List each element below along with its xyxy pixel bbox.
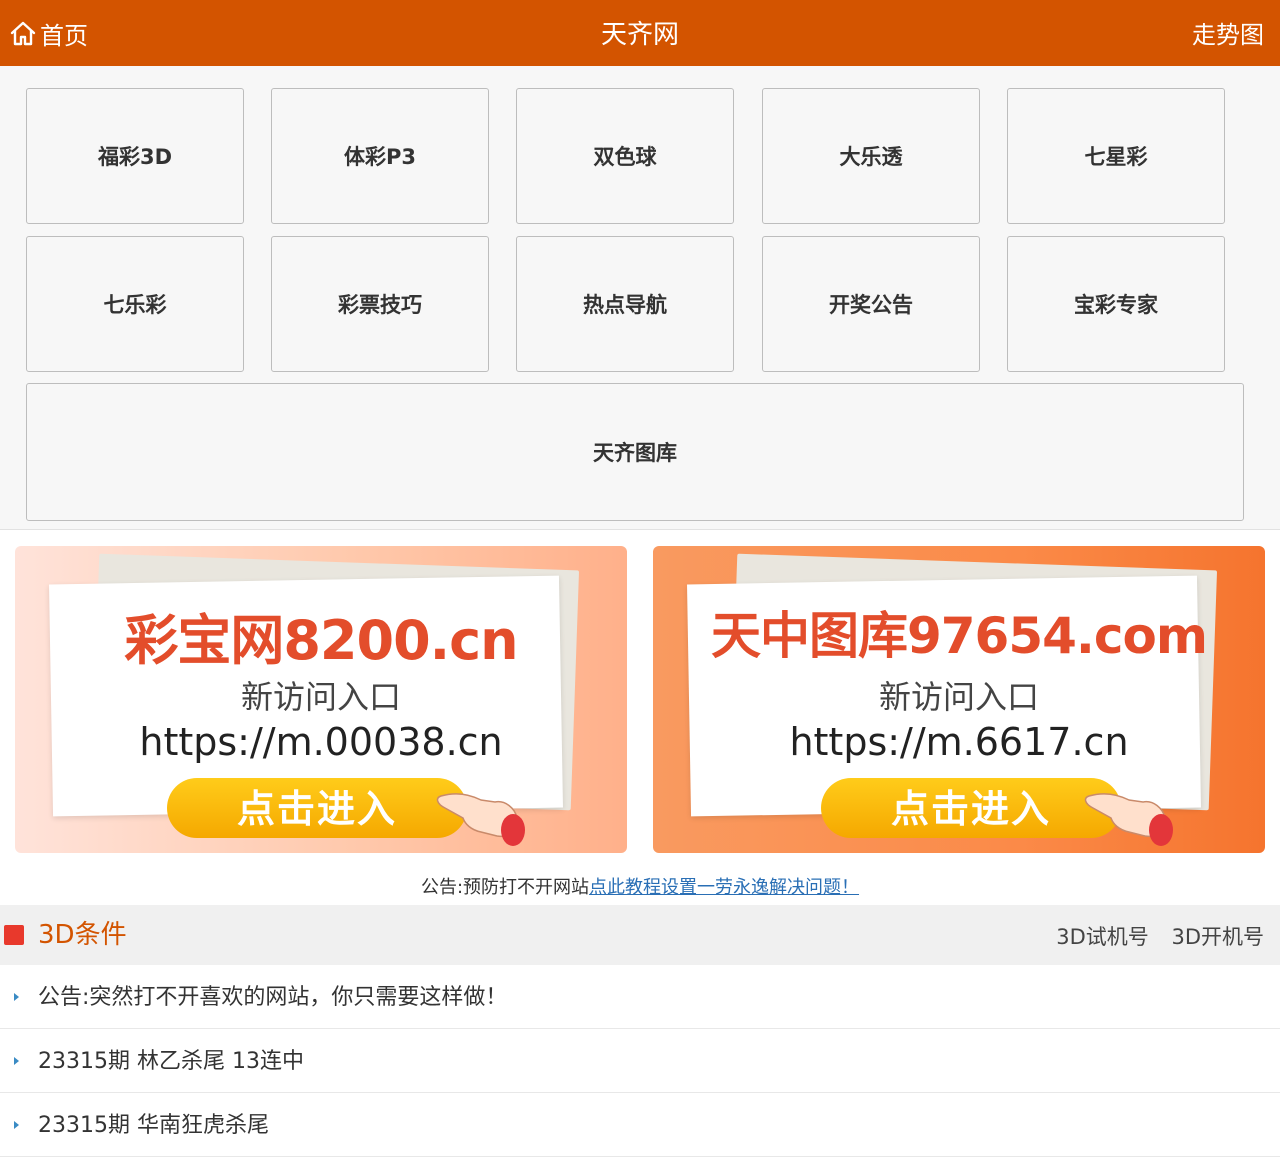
notice-bar: 公告:预防打不开网站点此教程设置一劳永逸解决问题！ [0, 873, 1280, 903]
list-item-title: 公告:突然打不开喜欢的网站，你只需要这样做！ [38, 985, 508, 1010]
nav-item-ssq[interactable]: 双色球 [516, 88, 734, 224]
site-title: 天齐网 [600, 20, 679, 50]
notice-text: 公告:预防打不开网站 [420, 877, 590, 898]
open-number-link[interactable]: 3D开机号 [1171, 925, 1264, 949]
ad-banners: 彩宝网8200.cn 新访问入口 https://m.00038.cn 点击进入… [0, 530, 1280, 875]
pointing-hand-icon [436, 793, 525, 846]
list-item-title: 23315期 华南狂虎杀尾 [38, 1113, 269, 1138]
list-item[interactable]: 23315期 林乙杀尾 13连中 [0, 1029, 1280, 1093]
nav-item-tcp3[interactable]: 体彩P3 [271, 88, 489, 224]
nav-item-qlc[interactable]: 七乐彩 [26, 236, 244, 372]
banner-url: https://m.6617.cn [789, 720, 1129, 764]
article-list: 公告:突然打不开喜欢的网站，你只需要这样做！ 23315期 林乙杀尾 13连中 … [0, 965, 1280, 1157]
ad-banner-1[interactable]: 彩宝网8200.cn 新访问入口 https://m.00038.cn 点击进入 [15, 546, 627, 853]
nav-item-tips[interactable]: 彩票技巧 [271, 236, 489, 372]
home-label: 首页 [40, 21, 88, 50]
banner-subtitle: 新访问入口 [878, 678, 1039, 716]
bullet-arrow-icon [14, 993, 19, 1001]
banner-brand: 彩宝网8200.cn [124, 609, 518, 672]
bullet-arrow-icon [14, 1057, 19, 1065]
nav-item-draw-notice[interactable]: 开奖公告 [762, 236, 980, 372]
section-header: 3D条件 3D试机号 3D开机号 [0, 905, 1280, 965]
bullet-arrow-icon [14, 1121, 19, 1129]
ad-banner-2[interactable]: 天中图库97654.com 新访问入口 https://m.6617.cn 点击… [653, 546, 1265, 853]
home-link[interactable]: 首页 [8, 0, 88, 66]
notice-link[interactable]: 点此教程设置一劳永逸解决问题！ [589, 877, 859, 898]
section-links: 3D试机号 3D开机号 [1040, 905, 1264, 969]
nav-item-experts[interactable]: 宝彩专家 [1007, 236, 1225, 372]
trend-chart-link[interactable]: 走势图 [1192, 0, 1264, 66]
banner-brand: 天中图库97654.com [710, 607, 1208, 665]
enter-button[interactable]: 点击进入 [167, 778, 467, 838]
nav-item-dlt[interactable]: 大乐透 [762, 88, 980, 224]
list-item-title: 23315期 林乙杀尾 13连中 [38, 1049, 304, 1074]
list-item[interactable]: 公告:突然打不开喜欢的网站，你只需要这样做！ [0, 965, 1280, 1029]
test-number-link[interactable]: 3D试机号 [1056, 925, 1149, 949]
enter-button[interactable]: 点击进入 [821, 778, 1121, 838]
list-item[interactable]: 23315期 华南狂虎杀尾 [0, 1093, 1280, 1157]
nav-item-hot[interactable]: 热点导航 [516, 236, 734, 372]
banner-subtitle: 新访问入口 [240, 678, 401, 716]
nav-item-qxc[interactable]: 七星彩 [1007, 88, 1225, 224]
lottery-nav-grid: 福彩3D 体彩P3 双色球 大乐透 七星彩 七乐彩 彩票技巧 热点导航 开奖公告… [0, 66, 1280, 530]
home-icon [10, 21, 36, 46]
nav-item-gallery[interactable]: 天齐图库 [26, 383, 1244, 521]
banner-url: https://m.00038.cn [139, 720, 503, 764]
section-title: 3D条件 [38, 920, 127, 950]
top-bar: 首页 天齐网 走势图 [0, 0, 1280, 66]
nav-item-fc3d[interactable]: 福彩3D [26, 88, 244, 224]
section-marker-icon [4, 925, 24, 945]
pointing-hand-icon [1084, 793, 1173, 846]
